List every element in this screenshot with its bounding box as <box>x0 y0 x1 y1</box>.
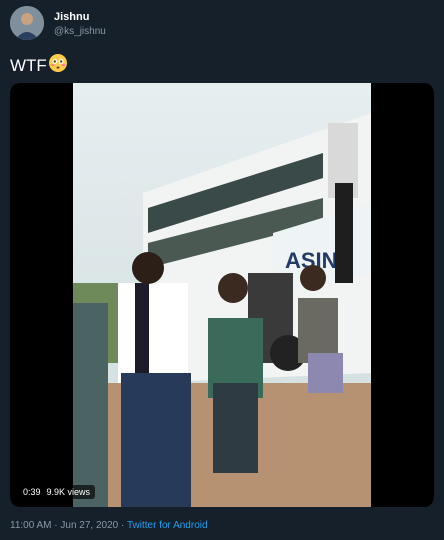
flushed-face-emoji-icon <box>49 54 67 72</box>
video-views: 9.9K views <box>46 487 91 497</box>
tweet-date[interactable]: Jun 27, 2020 <box>60 520 118 531</box>
author-handle[interactable]: @ks_jishnu <box>54 26 106 37</box>
video-duration: 0:39 <box>23 487 41 497</box>
video-duration-badge: 0:39 9.9K views <box>18 485 96 499</box>
tweet-text: WTF <box>10 56 47 75</box>
tweet-time[interactable]: 11:00 AM <box>10 520 52 531</box>
author-name[interactable]: Jishnu <box>54 11 89 23</box>
video-player[interactable]: ASIN 0:39 9.9K views <box>10 83 434 507</box>
avatar[interactable] <box>10 6 44 40</box>
tweet-meta: 11:00 AM · Jun 27, 2020 · Twitter for An… <box>10 520 208 531</box>
tweet-source-link[interactable]: Twitter for Android <box>127 520 208 531</box>
meta-separator: · <box>118 520 127 531</box>
video-frame[interactable]: ASIN <box>73 83 371 507</box>
